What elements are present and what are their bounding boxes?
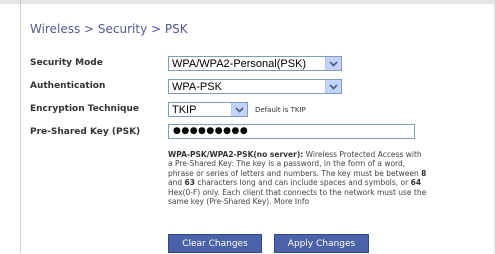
psk-label: Pre-Shared Key (PSK) <box>30 127 141 137</box>
encryption-value: TKIP <box>172 104 197 116</box>
chevron-down-icon[interactable] <box>325 80 341 93</box>
description-max-length: 63 <box>184 178 195 188</box>
apply-changes-button[interactable]: Apply Changes <box>274 234 369 253</box>
security-mode-select[interactable]: WPA/WPA2-Personal(PSK) <box>168 56 342 71</box>
description-hex-length: 64 <box>410 178 422 188</box>
psk-input[interactable]: ●●●●●●●●● <box>168 124 415 139</box>
authentication-value: WPA-PSK <box>172 81 222 93</box>
chevron-down-icon[interactable] <box>231 103 247 116</box>
encryption-default-note: Default is TKIP <box>255 106 306 114</box>
clear-changes-button[interactable]: Clear Changes <box>168 234 262 253</box>
chevron-down-icon[interactable] <box>325 57 341 70</box>
left-rule <box>20 0 21 253</box>
description-text: Hex(0-F) only. Each client that connects… <box>168 187 427 207</box>
security-mode-label: Security Mode <box>30 58 103 68</box>
breadcrumb: Wireless > Security > PSK <box>30 22 188 36</box>
encryption-label: Encryption Technique <box>30 104 139 114</box>
top-rule <box>0 0 495 4</box>
description-text: and <box>168 178 185 188</box>
psk-description: WPA-PSK/WPA2-PSK(no server): Wireless Pr… <box>168 150 428 206</box>
authentication-select[interactable]: WPA-PSK <box>168 79 342 94</box>
authentication-label: Authentication <box>30 81 106 91</box>
description-title: WPA-PSK/WPA2-PSK(no server): <box>168 150 304 159</box>
encryption-select[interactable]: TKIP <box>168 102 248 117</box>
security-mode-value: WPA/WPA2-Personal(PSK) <box>172 58 307 70</box>
description-min-length: 8 <box>421 168 427 178</box>
description-text: characters long and can include spaces a… <box>194 178 411 188</box>
